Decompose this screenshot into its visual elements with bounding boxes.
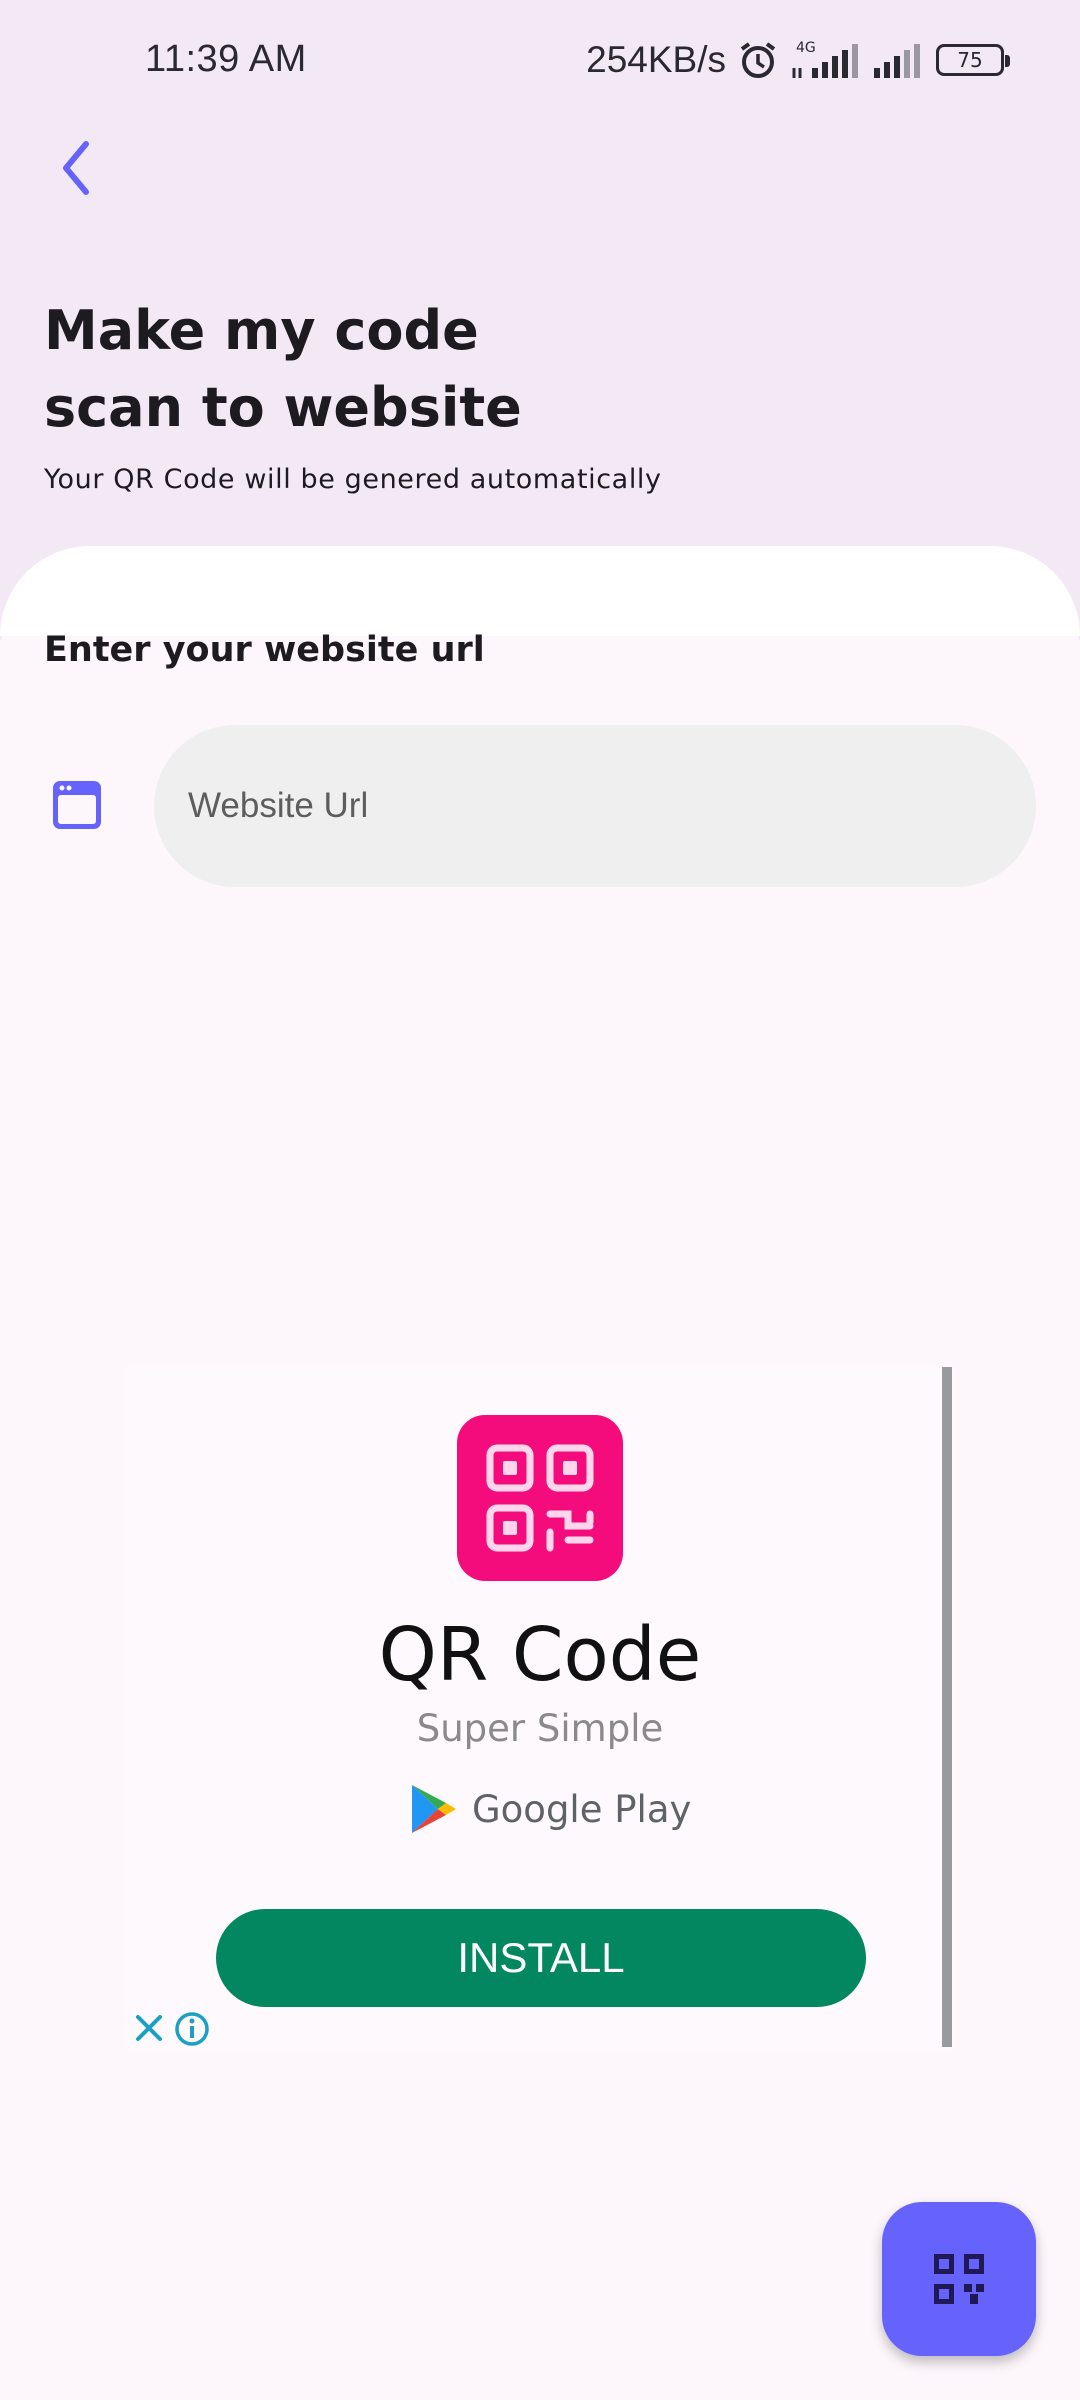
close-icon[interactable]	[134, 2013, 164, 2043]
status-icons: 254KB/s 4G 75	[586, 36, 1010, 84]
page-title: Make my code scan to website	[44, 299, 522, 439]
chevron-left-icon	[63, 141, 89, 195]
battery-icon: 75	[936, 44, 1010, 76]
google-play-icon	[412, 1785, 456, 1833]
website-url-input[interactable]	[154, 725, 1036, 887]
content-sheet-top	[0, 546, 1080, 636]
qr-code-icon	[934, 2254, 984, 2304]
status-time: 11:39 AM	[145, 38, 307, 80]
network-speed: 254KB/s	[586, 39, 726, 80]
google-play-label: Google Play	[472, 1787, 692, 1831]
ad-app-logo[interactable]	[457, 1415, 623, 1581]
info-icon[interactable]	[174, 2011, 210, 2047]
qr-code-icon	[486, 1444, 594, 1552]
network-type: 4G	[796, 40, 816, 56]
page-subtitle: Your QR Code will be genered automatical…	[44, 464, 662, 495]
back-button[interactable]	[44, 128, 108, 208]
browser-window-icon	[53, 781, 101, 829]
install-button[interactable]: INSTALL	[216, 1909, 866, 2007]
signal-4g-icon: 4G	[792, 40, 858, 78]
alarm-icon	[740, 42, 776, 78]
google-play-badge[interactable]: Google Play	[410, 1783, 691, 1835]
url-section-label: Enter your website url	[44, 630, 485, 670]
battery-level: 75	[957, 48, 983, 72]
status-bar: 11:39 AM 254KB/s 4G 75	[0, 0, 1080, 120]
ad-title: QR Code	[378, 1612, 702, 1698]
generate-qr-button[interactable]	[882, 2202, 1036, 2356]
signal-icon	[874, 44, 920, 78]
ad-subtitle: Super Simple	[416, 1707, 664, 1750]
